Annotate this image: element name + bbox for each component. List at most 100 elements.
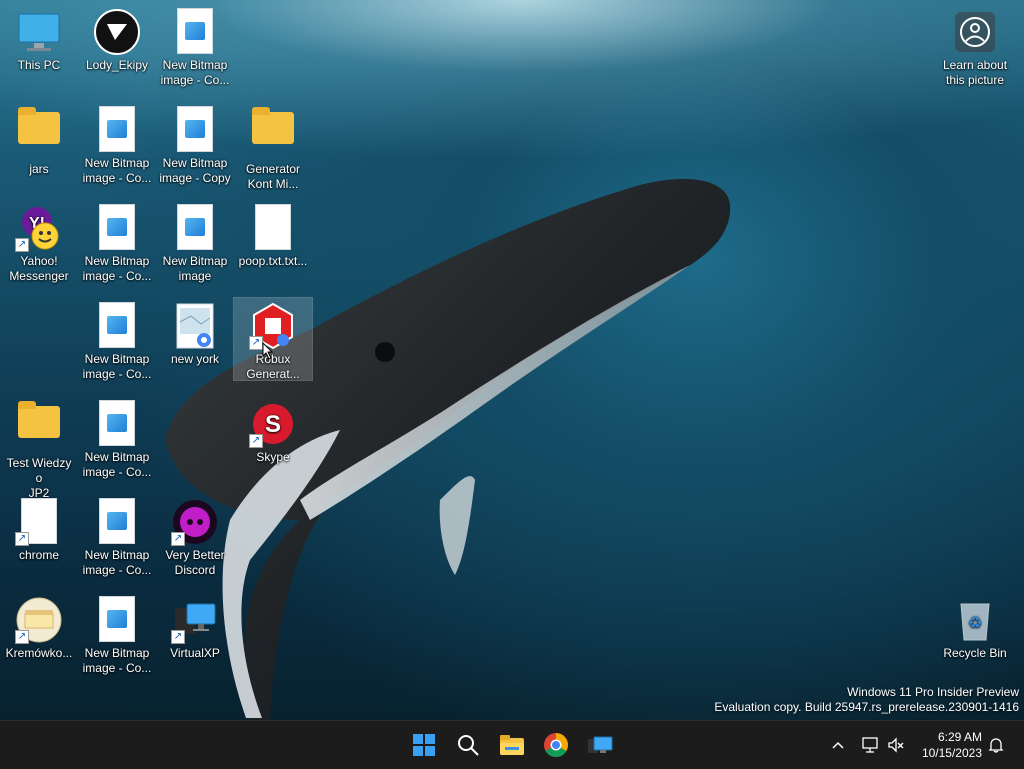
bitmap-image-icon bbox=[177, 204, 213, 250]
new-bitmap-file[interactable]: New Bitmap image - Co... bbox=[78, 102, 156, 186]
discord-icon: ↗ bbox=[171, 498, 219, 546]
bitmap-image-icon bbox=[99, 498, 135, 544]
watermark-build: Evaluation copy. Build 25947.rs_prerelea… bbox=[714, 700, 1019, 714]
mouse-cursor-icon bbox=[262, 342, 274, 360]
kremowko-shortcut[interactable]: ↗ Kremówko... bbox=[0, 592, 78, 661]
folder-icon bbox=[18, 107, 60, 144]
chrome-icon bbox=[544, 733, 568, 758]
new-bitmap-file[interactable]: New Bitmap image - Co... bbox=[78, 396, 156, 480]
start-button[interactable] bbox=[408, 729, 440, 761]
cake-image-icon: ↗ bbox=[15, 596, 63, 644]
windows-logo-icon bbox=[413, 734, 435, 756]
new-bitmap-file[interactable]: New Bitmap image - Copy bbox=[156, 102, 234, 186]
kremowko-label: Kremówko... bbox=[5, 646, 73, 660]
folder-icon bbox=[18, 401, 60, 438]
skype-label: Skype bbox=[256, 450, 290, 464]
jars-label: jars bbox=[29, 162, 49, 176]
new-bitmap-label: New Bitmap image - Co... bbox=[82, 450, 152, 479]
learn-about-picture[interactable]: Learn about this picture bbox=[936, 4, 1014, 88]
shortcut-arrow-icon: ↗ bbox=[171, 630, 185, 644]
volume-muted-icon bbox=[888, 737, 904, 753]
shortcut-arrow-icon: ↗ bbox=[171, 532, 185, 546]
jars-folder[interactable]: jars bbox=[0, 102, 78, 177]
new-bitmap-file[interactable]: New Bitmap image - Co... bbox=[78, 494, 156, 578]
search-button[interactable] bbox=[452, 729, 484, 761]
virtualxp-shortcut[interactable]: ↗ VirtualXP bbox=[156, 592, 234, 661]
this-pc-icon[interactable]: This PC bbox=[0, 4, 78, 73]
clock-date: 10/15/2023 bbox=[921, 746, 982, 760]
new-bitmap-file[interactable]: New Bitmap image - Co... bbox=[156, 4, 234, 88]
virtual-pc-icon bbox=[588, 736, 613, 753]
virtualxp-label: VirtualXP bbox=[170, 646, 220, 660]
bitmap-image-icon bbox=[177, 106, 213, 152]
recycle-bin-icon[interactable]: ♻ Recycle Bin bbox=[936, 592, 1014, 661]
new-bitmap-label: New Bitmap image - Co... bbox=[82, 156, 152, 185]
new-bitmap-file[interactable]: New Bitmap image - Co... bbox=[78, 592, 156, 676]
new-bitmap-label: New Bitmap image - Co... bbox=[160, 58, 230, 87]
yahoo-label: Yahoo! Messenger bbox=[9, 254, 69, 283]
very-better-discord-shortcut[interactable]: ↗ Very Better Discord bbox=[156, 494, 234, 578]
bitmap-image-icon bbox=[99, 302, 135, 348]
shortcut-arrow-icon: ↗ bbox=[15, 532, 29, 546]
computer-monitor-icon bbox=[15, 8, 63, 56]
virtualxp-taskbar-button[interactable] bbox=[584, 729, 616, 761]
map-image-icon bbox=[171, 302, 219, 350]
watermark-edition: Windows 11 Pro Insider Preview bbox=[847, 685, 1019, 699]
new-york-label: new york bbox=[170, 352, 220, 366]
lody-ekipy-label: Lody_Ekipy bbox=[85, 58, 149, 72]
file-explorer-button[interactable] bbox=[496, 729, 528, 761]
chrome-shortcut[interactable]: ↗ chrome bbox=[0, 494, 78, 563]
bitmap-image-icon bbox=[177, 8, 213, 54]
yahoo-messenger-icon: Y! ↗ bbox=[15, 204, 63, 252]
bitmap-image-icon bbox=[99, 596, 135, 642]
new-bitmap-file[interactable]: New Bitmap image - Co... bbox=[78, 200, 156, 284]
search-icon bbox=[458, 735, 479, 756]
recycle-bin-label: Recycle Bin bbox=[943, 646, 1007, 660]
test-wiedzy-folder[interactable]: Test Wiedzy o JP2 bbox=[0, 396, 78, 501]
spotlight-icon bbox=[951, 8, 999, 56]
new-bitmap-label: New Bitmap image - Co... bbox=[82, 352, 152, 381]
bitmap-image-icon bbox=[99, 204, 135, 250]
windows-watermark: Windows 11 Pro Insider Preview Evaluatio… bbox=[714, 685, 1019, 715]
robux-generator-shortcut[interactable]: ↗ Robux Generat... bbox=[233, 297, 313, 381]
file-explorer-icon bbox=[500, 735, 524, 755]
new-bitmap-file[interactable]: New Bitmap image bbox=[156, 200, 234, 284]
recycle-bin-icon-image: ♻ bbox=[951, 596, 999, 644]
skype-shortcut[interactable]: S ↗ Skype bbox=[234, 396, 312, 465]
lody-ekipy-icon[interactable]: Lody_Ekipy bbox=[78, 4, 156, 73]
lody-logo-icon bbox=[93, 8, 141, 56]
skype-icon: S ↗ bbox=[249, 400, 297, 448]
clock-time: 6:29 AM bbox=[937, 730, 982, 744]
generator-label: Generator Kont Mi... bbox=[245, 162, 301, 191]
learn-about-label: Learn about this picture bbox=[942, 58, 1008, 87]
text-document-icon bbox=[255, 204, 291, 250]
volume-button[interactable] bbox=[886, 735, 906, 755]
show-hidden-icons-button[interactable] bbox=[828, 735, 848, 755]
shortcut-arrow-icon: ↗ bbox=[249, 336, 263, 350]
taskbar: 6:29 AM 10/15/2023 bbox=[0, 720, 1024, 769]
new-york-file[interactable]: new york bbox=[156, 298, 234, 367]
taskbar-clock[interactable]: 6:29 AM 10/15/2023 bbox=[922, 729, 982, 761]
chrome-taskbar-button[interactable] bbox=[540, 729, 572, 761]
generator-kont-folder[interactable]: Generator Kont Mi... bbox=[234, 102, 312, 192]
folder-icon bbox=[252, 107, 294, 144]
new-bitmap-label: New Bitmap image - Co... bbox=[82, 646, 152, 675]
notifications-button[interactable] bbox=[986, 735, 1006, 755]
shortcut-arrow-icon: ↗ bbox=[249, 434, 263, 448]
poop-label: poop.txt.txt... bbox=[238, 254, 308, 268]
new-bitmap-label: New Bitmap image - Copy bbox=[159, 156, 231, 185]
new-bitmap-label: New Bitmap image - Co... bbox=[82, 548, 152, 577]
new-bitmap-label: New Bitmap image bbox=[162, 254, 228, 283]
bitmap-image-icon bbox=[99, 106, 135, 152]
chrome-label: chrome bbox=[18, 548, 59, 562]
yahoo-messenger-shortcut[interactable]: Y! ↗ Yahoo! Messenger bbox=[0, 200, 78, 284]
network-button[interactable] bbox=[860, 735, 880, 755]
bitmap-image-icon bbox=[99, 400, 135, 446]
new-bitmap-file[interactable]: New Bitmap image - Co... bbox=[78, 298, 156, 382]
svg-text:♻: ♻ bbox=[968, 613, 982, 632]
this-pc-label: This PC bbox=[17, 58, 61, 72]
poop-txt-file[interactable]: poop.txt.txt... bbox=[234, 200, 312, 269]
bell-icon bbox=[988, 738, 1004, 753]
new-bitmap-label: New Bitmap image - Co... bbox=[82, 254, 152, 283]
shortcut-arrow-icon: ↗ bbox=[15, 238, 29, 252]
